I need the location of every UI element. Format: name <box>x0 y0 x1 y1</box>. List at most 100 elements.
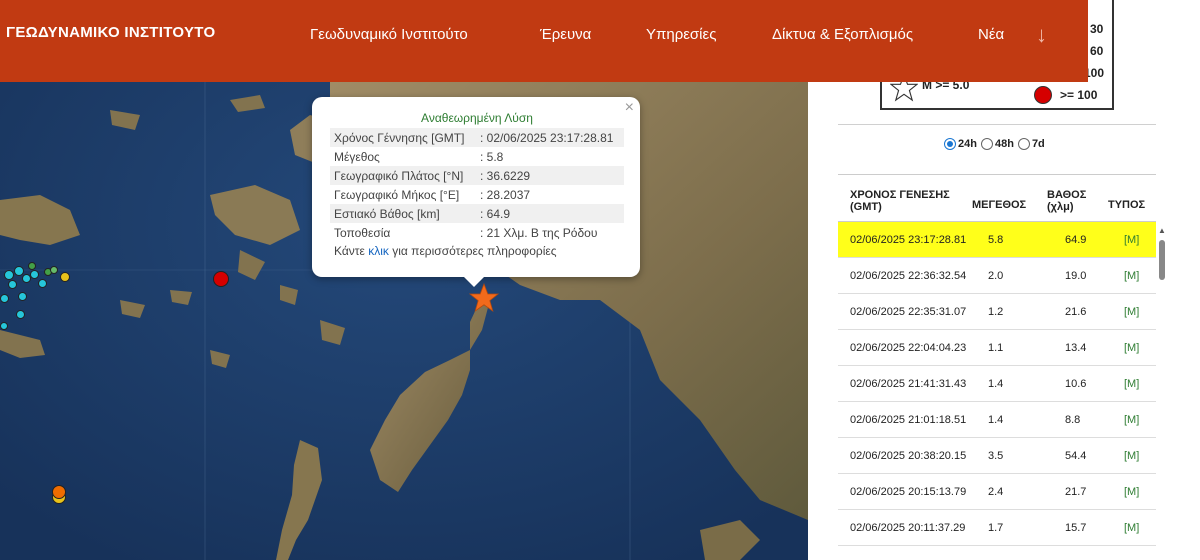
nav-item-services[interactable]: Υπηρεσίες <box>646 26 716 43</box>
quake-table: ΧΡΟΝΟΣ ΓΕΝΕΣΗΣ (GMT) ΜΕΓΕΘΟΣ ΒΑΘΟΣ (χλμ) Τ… <box>838 174 1156 546</box>
col-depth-header: ΒΑΘΟΣ (χλμ) <box>1047 189 1087 213</box>
quake-marker-cyan[interactable] <box>4 270 14 280</box>
col-time-header: ΧΡΟΝΟΣ ΓΕΝΕΣΗΣ (GMT) <box>850 189 950 213</box>
quake-marker-green[interactable] <box>50 266 58 274</box>
cell-depth: 15.7 <box>1065 522 1087 534</box>
cell-type[interactable]: [M] <box>1124 450 1139 462</box>
cell-time: 02/06/2025 23:17:28.81 <box>850 234 967 246</box>
scroll-up-icon[interactable]: ▲ <box>1158 226 1166 235</box>
cell-type[interactable]: [M] <box>1124 342 1139 354</box>
popup-row-value: : 21 Χλμ. Β της Ρόδου <box>480 225 598 240</box>
popup-more-link[interactable]: κλικ <box>368 244 389 258</box>
cell-depth: 8.8 <box>1065 414 1081 426</box>
legend-deep-label: >= 100 <box>1060 88 1098 102</box>
map-basemap <box>0 0 808 560</box>
quake-marker-red[interactable] <box>213 271 229 287</box>
legend-depth-30: 30 <box>1090 22 1104 36</box>
cell-type[interactable]: [M] <box>1124 522 1139 534</box>
radio-24h[interactable] <box>944 138 956 150</box>
col-type-header: ΤΥΠΟΣ <box>1108 199 1146 211</box>
popup-row-value: : 64.9 <box>480 206 511 221</box>
cell-type[interactable]: [M] <box>1124 414 1139 426</box>
cell-depth: 10.6 <box>1065 378 1087 390</box>
popup-row-value: : 02/06/2025 23:17:28.81 <box>480 130 614 145</box>
cell-time: 02/06/2025 21:41:31.43 <box>850 378 967 390</box>
table-body: 02/06/2025 23:17:28.81 5.8 64.9 [M] 02/06/20… <box>838 222 1156 546</box>
popup-footer: Κάντε κλικ για περισσότερες πληροφορίες <box>334 244 557 258</box>
cell-time: 02/06/2025 22:36:32.54 <box>850 270 967 282</box>
popup-row: Χρόνος Γέννησης [GMT]: 02/06/2025 23:17:… <box>330 128 624 147</box>
quake-marker-green[interactable] <box>28 262 36 270</box>
cell-type[interactable]: [M] <box>1124 486 1139 498</box>
table-row[interactable]: 02/06/2025 20:11:37.29 1.7 15.7 [M] <box>838 510 1156 546</box>
cell-type[interactable]: [M] <box>1124 270 1139 282</box>
cell-depth: 64.9 <box>1065 234 1087 246</box>
popup-row-value: : 28.2037 <box>480 187 531 202</box>
cell-time: 02/06/2025 20:11:37.29 <box>850 522 966 534</box>
popup-row-value: : 36.6229 <box>480 168 531 183</box>
radio-label-7d[interactable]: 7d <box>1032 138 1045 150</box>
quake-marker-orange[interactable] <box>52 485 66 499</box>
popup-row: Τοποθεσία : 21 Χλμ. Β της Ρόδου <box>330 223 624 242</box>
table-row[interactable]: 02/06/2025 22:04:04.23 1.1 13.4 [M] <box>838 330 1156 366</box>
quake-marker-cyan[interactable] <box>0 294 9 303</box>
popup-row-key: Γεωγραφικό Μήκος [°E] <box>334 187 460 202</box>
quake-marker-cyan[interactable] <box>0 322 8 330</box>
cell-depth: 54.4 <box>1065 450 1087 462</box>
time-range-filter: 24h 48h 7d <box>940 138 1045 150</box>
cell-type[interactable]: [M] <box>1124 234 1139 246</box>
cell-magnitude: 5.8 <box>988 234 1004 246</box>
quake-marker-cyan[interactable] <box>30 270 39 279</box>
cell-magnitude: 1.7 <box>988 522 1004 534</box>
panel-divider <box>838 124 1156 125</box>
quake-marker-cyan[interactable] <box>8 280 17 289</box>
cell-magnitude: 3.5 <box>988 450 1004 462</box>
table-row[interactable]: 02/06/2025 20:38:20.15 3.5 54.4 [M] <box>838 438 1156 474</box>
cell-magnitude: 2.4 <box>988 486 1004 498</box>
table-row[interactable]: 02/06/2025 21:01:18.51 1.4 8.8 [M] <box>838 402 1156 438</box>
cell-type[interactable]: [M] <box>1124 378 1139 390</box>
site-header: ΓΕΩΔΥΝΑΜΙΚΟ ΙΝΣΤΙΤΟΥΤΟ Γεωδυναμικό Ινστι… <box>0 0 1088 82</box>
cell-time: 02/06/2025 22:04:04.23 <box>850 342 967 354</box>
table-row[interactable]: 02/06/2025 20:15:13.79 2.4 21.7 [M] <box>838 474 1156 510</box>
radio-label-24h[interactable]: 24h <box>958 138 977 150</box>
table-scrollbar[interactable]: ▲ <box>1158 226 1166 560</box>
popup-row-key: Εστιακό Βάθος [km] <box>334 206 440 221</box>
radio-label-48h[interactable]: 48h <box>995 138 1014 150</box>
cell-depth: 21.7 <box>1065 486 1087 498</box>
popup-row-key: Τοποθεσία <box>334 225 391 240</box>
col-mag-header: ΜΕΓΕΘΟΣ <box>972 199 1027 211</box>
table-row[interactable]: 02/06/2025 21:41:31.43 1.4 10.6 [M] <box>838 366 1156 402</box>
cell-magnitude: 1.1 <box>988 342 1004 354</box>
table-row[interactable]: 02/06/2025 22:35:31.07 1.2 21.6 [M] <box>838 294 1156 330</box>
quake-marker-yellow[interactable] <box>60 272 70 282</box>
quake-marker-cyan[interactable] <box>16 310 25 319</box>
legend-depth-60: 60 <box>1090 44 1104 58</box>
nav-item-networks[interactable]: Δίκτυα & Εξοπλισμός <box>772 26 913 43</box>
cell-type[interactable]: [M] <box>1124 306 1139 318</box>
scroll-thumb[interactable] <box>1159 240 1165 280</box>
popup-title: Αναθεωρημένη Λύση <box>421 111 533 125</box>
nav-item-news[interactable]: Νέα <box>978 26 1004 43</box>
popup-row: Γεωγραφικό Πλάτος [°N]: 36.6229 <box>330 166 624 185</box>
quake-marker-cyan[interactable] <box>38 279 47 288</box>
popup-row: Εστιακό Βάθος [km] : 64.9 <box>330 204 624 223</box>
popup-row-value: : 5.8 <box>480 149 504 164</box>
popup-close-icon[interactable]: × <box>625 99 634 117</box>
cell-magnitude: 1.4 <box>988 378 1004 390</box>
arrow-down-icon[interactable]: ↓ <box>1036 22 1047 48</box>
map-view[interactable]: × Αναθεωρημένη Λύση Χρόνος Γέννησης [GMT… <box>0 0 808 560</box>
cell-time: 02/06/2025 20:38:20.15 <box>850 450 967 462</box>
radio-7d[interactable] <box>1017 138 1030 150</box>
nav-item-research[interactable]: Έρευνα <box>540 26 591 43</box>
quake-marker-cyan[interactable] <box>18 292 27 301</box>
nav-item-institute[interactable]: Γεωδυναμικό Ινστιτούτο <box>310 26 468 43</box>
cell-magnitude: 1.2 <box>988 306 1004 318</box>
site-logo[interactable]: ΓΕΩΔΥΝΑΜΙΚΟ ΙΝΣΤΙΤΟΥΤΟ <box>6 24 215 41</box>
main-quake-star-icon[interactable] <box>469 283 499 313</box>
table-row[interactable]: 02/06/2025 23:17:28.81 5.8 64.9 [M] <box>838 222 1156 258</box>
table-row[interactable]: 02/06/2025 22:36:32.54 2.0 19.0 [M] <box>838 258 1156 294</box>
cell-depth: 21.6 <box>1065 306 1087 318</box>
popup-row: Μέγεθος: 5.8 <box>330 147 624 166</box>
radio-48h[interactable] <box>980 138 993 150</box>
